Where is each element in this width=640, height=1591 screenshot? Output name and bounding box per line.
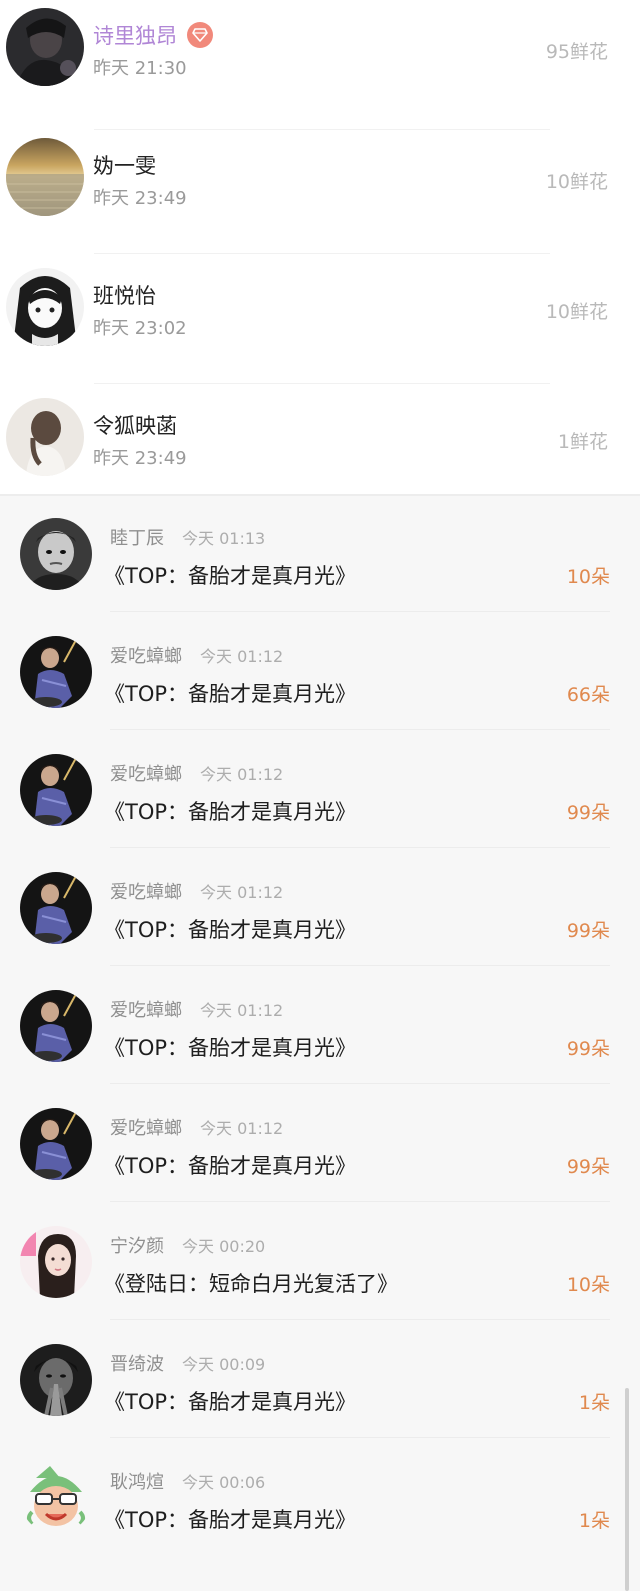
gift-time: 今天 01:12	[200, 1119, 284, 1138]
gift-time: 今天 01:12	[200, 647, 284, 666]
gift-time: 今天 00:20	[182, 1237, 266, 1256]
gift-records-list: 睦丁辰 今天 01:13 《TOP：备胎才是真月光》 10朵 爱吃蟑螂 今天 0…	[0, 494, 640, 1591]
gift-time: 今天 01:12	[200, 765, 284, 784]
gift-time: 今天 01:12	[200, 1001, 284, 1020]
gift-record-row[interactable]: 爱吃蟑螂 今天 01:12 《TOP：备胎才是真月光》 99朵	[0, 730, 640, 848]
gift-record-row[interactable]: 睦丁辰 今天 01:13 《TOP：备胎才是真月光》 10朵	[0, 494, 640, 612]
book-title[interactable]: 《TOP：备胎才是真月光》	[104, 1386, 356, 1416]
gift-record-row[interactable]: 晋绮波 今天 00:09 《TOP：备胎才是真月光》 1朵	[0, 1320, 640, 1438]
supporter-amount: 10鲜花	[545, 171, 608, 193]
supporter-amount: 95鲜花	[545, 41, 608, 63]
gift-user-name[interactable]: 宁汐颜	[110, 1232, 164, 1258]
book-title[interactable]: 《TOP：备胎才是真月光》	[104, 796, 356, 826]
gift-amount: 99朵	[566, 802, 610, 824]
avatar[interactable]	[20, 518, 92, 590]
supporter-time: 昨天 23:49	[93, 448, 187, 469]
book-title[interactable]: 《TOP：备胎才是真月光》	[104, 560, 356, 590]
gift-user-name[interactable]: 睦丁辰	[110, 524, 164, 550]
supporter-time: 昨天 23:49	[93, 188, 187, 209]
gift-record-row[interactable]: 宁汐颜 今天 00:20 《登陆日：短命白月光复活了》 10朵	[0, 1202, 640, 1320]
drummer-avatar	[20, 1108, 92, 1180]
supporter-time: 昨天 21:30	[93, 58, 187, 79]
avatar[interactable]	[6, 138, 84, 216]
vip-diamond-icon	[187, 22, 213, 48]
avatar[interactable]	[20, 872, 92, 944]
avatar[interactable]	[20, 754, 92, 826]
woman-portrait-avatar	[20, 1226, 92, 1298]
book-title[interactable]: 《TOP：备胎才是真月光》	[104, 1504, 356, 1534]
gift-time: 今天 01:13	[182, 529, 266, 548]
child-bw-avatar	[20, 518, 92, 590]
gift-amount: 1朵	[578, 1392, 610, 1414]
avatar[interactable]	[20, 1462, 92, 1534]
gift-record-row[interactable]: 爱吃蟑螂 今天 01:12 《TOP：备胎才是真月光》 99朵	[0, 1084, 640, 1202]
dark-portrait-avatar	[6, 8, 84, 86]
drummer-avatar	[20, 990, 92, 1062]
book-title[interactable]: 《TOP：备胎才是真月光》	[104, 678, 356, 708]
gift-amount: 66朵	[566, 684, 610, 706]
gift-amount: 99朵	[566, 1038, 610, 1060]
gift-record-row[interactable]: 爱吃蟑螂 今天 01:12 《TOP：备胎才是真月光》 66朵	[0, 612, 640, 730]
drummer-avatar	[20, 872, 92, 944]
supporter-row[interactable]: 妫一雯 昨天 23:49 10鲜花	[0, 124, 640, 254]
avatar[interactable]	[6, 268, 84, 346]
gift-time: 今天 00:06	[182, 1473, 266, 1492]
supporter-name[interactable]: 班悦怡	[93, 280, 156, 310]
man-hands-avatar	[20, 1344, 92, 1416]
gift-amount: 99朵	[566, 1156, 610, 1178]
avatar[interactable]	[6, 398, 84, 476]
supporter-name[interactable]: 诗里独昂	[93, 20, 177, 50]
book-title[interactable]: 《TOP：备胎才是真月光》	[104, 914, 356, 944]
gift-record-row[interactable]: 爱吃蟑螂 今天 01:12 《TOP：备胎才是真月光》 99朵	[0, 966, 640, 1084]
gift-user-name[interactable]: 爱吃蟑螂	[110, 760, 182, 786]
gift-user-name[interactable]: 爱吃蟑螂	[110, 996, 182, 1022]
gift-record-row[interactable]: 爱吃蟑螂 今天 01:12 《TOP：备胎才是真月光》 99朵	[0, 848, 640, 966]
drummer-avatar	[20, 754, 92, 826]
supporter-amount: 1鲜花	[557, 431, 608, 453]
supporter-time: 昨天 23:02	[93, 318, 187, 339]
gift-amount: 1朵	[578, 1510, 610, 1532]
supporter-amount: 10鲜花	[545, 301, 608, 323]
gift-record-row[interactable]: 耿鸿煊 今天 00:06 《TOP：备胎才是真月光》 1朵	[0, 1438, 640, 1556]
cartoon-avatar	[20, 1462, 92, 1534]
avatar[interactable]	[20, 1226, 92, 1298]
top-supporters-list: 诗里独昂 昨天 21:30 95鲜花 妫一雯 昨天 23:49 10鲜花 班悦怡…	[0, 0, 640, 494]
gift-user-name[interactable]: 晋绮波	[110, 1350, 164, 1376]
supporter-name[interactable]: 妫一雯	[93, 150, 156, 180]
book-title[interactable]: 《TOP：备胎才是真月光》	[104, 1150, 356, 1180]
drummer-avatar	[20, 636, 92, 708]
gift-user-name[interactable]: 爱吃蟑螂	[110, 1114, 182, 1140]
book-title[interactable]: 《TOP：备胎才是真月光》	[104, 1032, 356, 1062]
sea-sunset-avatar	[6, 138, 84, 216]
avatar[interactable]	[20, 1108, 92, 1180]
avatar[interactable]	[20, 1344, 92, 1416]
supporter-name[interactable]: 令狐映菡	[93, 410, 177, 440]
book-title[interactable]: 《登陆日：短命白月光复活了》	[104, 1268, 398, 1298]
girl-back-avatar	[6, 398, 84, 476]
supporter-row[interactable]: 诗里独昂 昨天 21:30 95鲜花	[0, 0, 640, 130]
gift-amount: 99朵	[566, 920, 610, 942]
scrollbar[interactable]	[625, 1388, 629, 1591]
gift-amount: 10朵	[566, 1274, 610, 1296]
gift-user-name[interactable]: 爱吃蟑螂	[110, 642, 182, 668]
gift-time: 今天 01:12	[200, 883, 284, 902]
anime-girl-avatar	[6, 268, 84, 346]
gift-user-name[interactable]: 爱吃蟑螂	[110, 878, 182, 904]
gift-user-name[interactable]: 耿鸿煊	[110, 1468, 164, 1494]
supporter-row[interactable]: 班悦怡 昨天 23:02 10鲜花	[0, 254, 640, 384]
avatar[interactable]	[20, 636, 92, 708]
gift-time: 今天 00:09	[182, 1355, 266, 1374]
avatar[interactable]	[20, 990, 92, 1062]
avatar[interactable]	[6, 8, 84, 86]
gift-amount: 10朵	[566, 566, 610, 588]
